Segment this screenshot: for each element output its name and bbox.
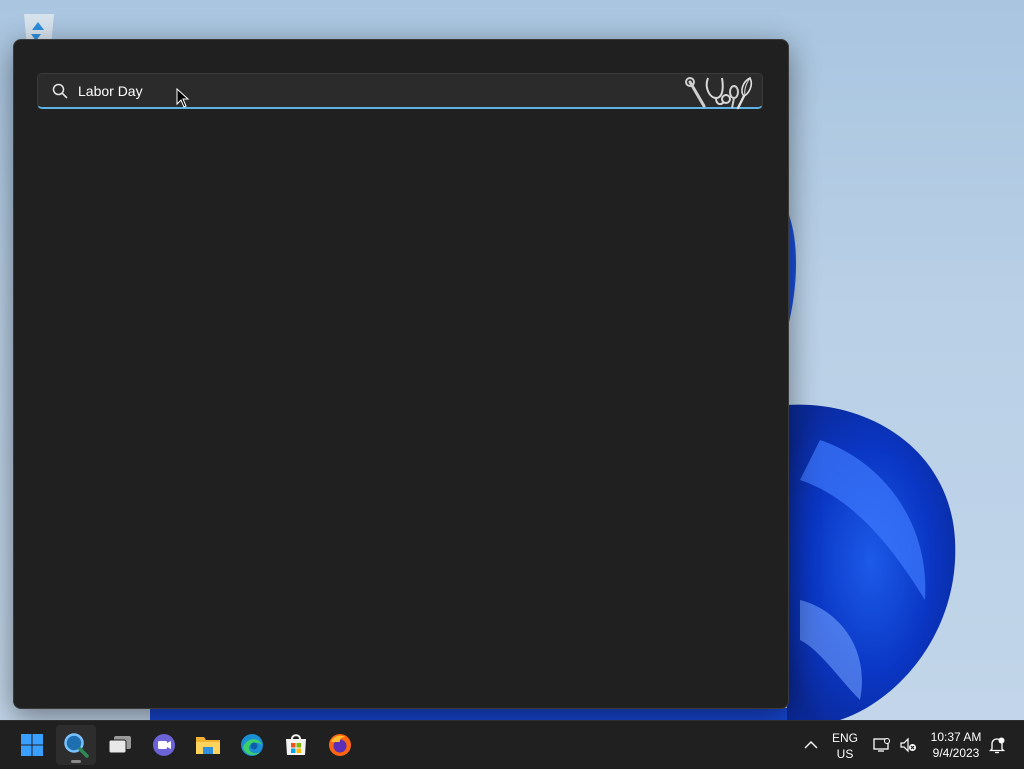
- tools-illustration-icon: [684, 74, 758, 110]
- chevron-up-icon: [804, 741, 818, 749]
- notification-bell-icon: [988, 737, 1006, 754]
- active-indicator: [71, 760, 81, 763]
- mouse-cursor-icon: [176, 87, 190, 108]
- search-icon: [52, 83, 68, 99]
- windows-logo-icon: [21, 734, 43, 756]
- firefox-button[interactable]: [320, 725, 360, 765]
- edge-icon: [241, 734, 263, 756]
- search-input[interactable]: [78, 81, 638, 101]
- volume-muted-icon: [900, 737, 916, 753]
- start-button[interactable]: [12, 725, 52, 765]
- network-button[interactable]: [870, 725, 894, 765]
- region-code: US: [836, 747, 854, 761]
- taskbar: ENG US 10:37 AM 9/4/2023: [0, 720, 1024, 769]
- search-window: [13, 39, 789, 709]
- store-icon: [286, 734, 306, 755]
- store-button[interactable]: [276, 725, 316, 765]
- edge-button[interactable]: [232, 725, 272, 765]
- task-view-icon: [108, 736, 131, 754]
- clock-time: 10:37 AM: [930, 730, 982, 744]
- show-hidden-icons-button[interactable]: [798, 725, 824, 765]
- language-indicator[interactable]: ENG US: [829, 730, 861, 762]
- chat-icon: [153, 734, 175, 756]
- language-code: ENG: [831, 731, 858, 745]
- file-explorer-button[interactable]: [188, 725, 228, 765]
- search-app-icon: [64, 733, 89, 758]
- search-box[interactable]: [37, 73, 763, 110]
- search-app-button[interactable]: [56, 725, 96, 765]
- clock-date: 9/4/2023: [932, 746, 980, 760]
- task-view-button[interactable]: [100, 725, 140, 765]
- clock[interactable]: 10:37 AM 9/4/2023: [926, 729, 986, 761]
- notifications-button[interactable]: [985, 725, 1009, 765]
- firefox-icon: [329, 734, 351, 756]
- file-explorer-icon: [196, 737, 220, 754]
- chat-button[interactable]: [144, 725, 184, 765]
- network-icon: [873, 738, 890, 752]
- volume-button[interactable]: [896, 725, 920, 765]
